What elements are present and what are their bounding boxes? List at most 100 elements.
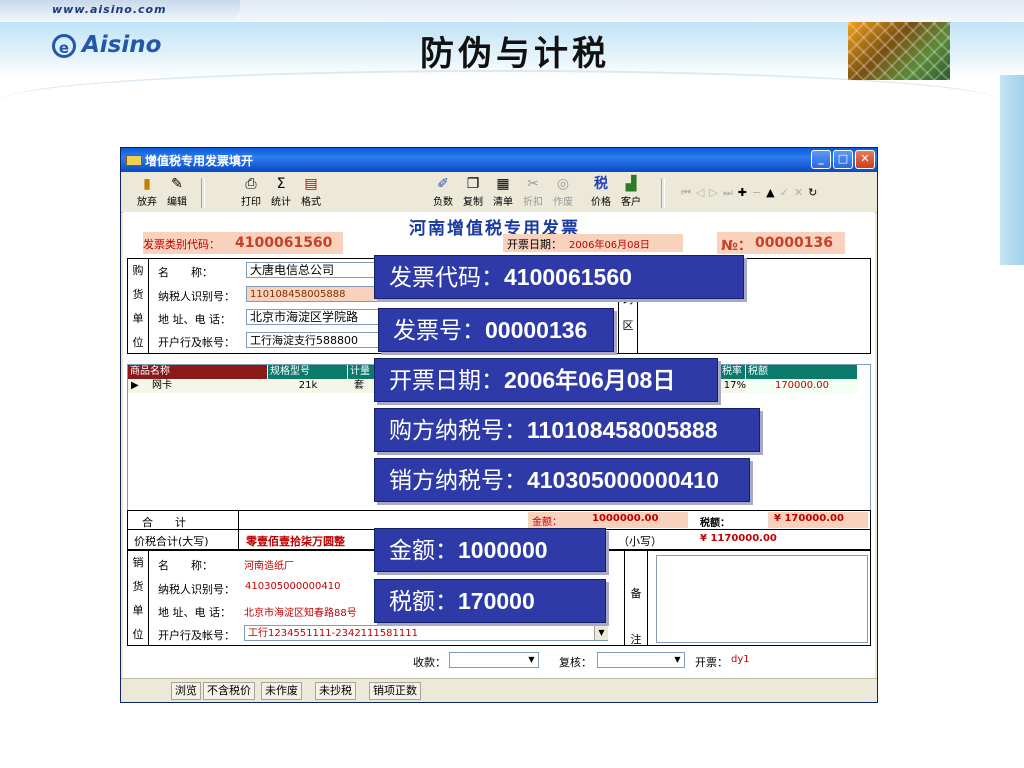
code-area-char: 区 <box>622 319 634 332</box>
list-button[interactable]: ▦ 清单 <box>489 176 517 208</box>
side-char: 购 <box>132 264 144 277</box>
aisino-logo: Aisino <box>82 32 162 58</box>
amount-area: 金额： 1000000.00 <box>528 512 688 528</box>
record-navigation-icons[interactable]: ⏮◁▷⏭✚−▲✓✕↻ <box>681 186 871 200</box>
side-char: 单 <box>132 604 144 617</box>
discard-button[interactable]: ▮ 放弃 <box>133 176 161 208</box>
buyer-taxid-field[interactable]: 110108458005888 <box>246 286 386 302</box>
totals-divider <box>238 529 239 549</box>
buyer-bank-label: 开户行及帐号： <box>158 336 235 349</box>
buyer-name-label: 名 称： <box>158 266 213 279</box>
issuer-value: dy1 <box>731 654 750 665</box>
cell-tax-amount[interactable]: 170000.00 <box>746 379 858 393</box>
side-char: 货 <box>132 288 144 301</box>
seller-name-label: 名 称： <box>158 559 213 572</box>
col-product-name[interactable]: 商品名称 <box>128 365 268 379</box>
seller-bank-select[interactable]: 工行1234551111-2342111581111 <box>244 625 608 641</box>
amount-value: 1000000.00 <box>592 513 659 524</box>
website-url: www.aisino.com <box>52 3 167 16</box>
issue-date-label: 开票日期： <box>507 238 562 251</box>
callout-invoice-code: 发票代码：4100061560 <box>374 255 744 299</box>
callout-tax: 税额：170000 <box>374 579 606 623</box>
status-copy-tax: 未抄税 <box>315 682 356 700</box>
seller-name: 河南造纸厂 <box>244 561 294 572</box>
chevron-down-icon[interactable]: ▼ <box>525 653 538 667</box>
cell-tax-rate[interactable]: 17% <box>720 379 746 393</box>
toolbar-separator <box>661 178 665 208</box>
status-sales-positive: 销项正数 <box>369 682 421 700</box>
chevron-down-icon[interactable]: ▼ <box>671 653 684 667</box>
print-button[interactable]: ⎙ 打印 <box>237 176 265 208</box>
buyer-side-label: 购 货 单 位 <box>128 259 149 353</box>
invoice-type-code-label: 发票类别代码： <box>143 238 220 251</box>
format-button[interactable]: ▤ 格式 <box>297 176 325 208</box>
seller-side-label: 销 货 单 位 <box>128 551 149 645</box>
totals-divider <box>238 511 239 529</box>
cell-spec[interactable]: 21k <box>268 379 348 393</box>
seller-taxid: 410305000000410 <box>242 579 342 595</box>
customer-button[interactable]: ▟ 客户 <box>617 176 645 208</box>
chevron-down-icon[interactable]: ▼ <box>594 626 608 640</box>
in-words-label: 价税合计(大写) <box>134 535 209 548</box>
invoice-type-code: 4100061560 <box>235 235 333 251</box>
status-browse: 浏览 <box>171 682 201 700</box>
callout-invoice-number: 发票号：00000136 <box>378 308 614 352</box>
small-amount-value: ¥ 1170000.00 <box>700 533 777 544</box>
total-label: 合 计 <box>142 516 186 529</box>
buyer-name-field[interactable]: 大唐电信总公司 <box>246 262 386 278</box>
buyer-taxid-label: 纳税人识别号： <box>158 290 235 303</box>
close-button[interactable]: ✕ <box>855 150 875 169</box>
callout-issue-date: 开票日期：2006年06月08日 <box>374 358 718 402</box>
aisino-logo-icon: e <box>52 34 76 58</box>
price-button[interactable]: 税价格 <box>587 176 615 208</box>
payee-label: 收款： <box>413 656 446 669</box>
issue-date-area: 开票日期： 2006年06月08日 <box>503 234 683 252</box>
tax-total-label: 税额： <box>700 518 730 529</box>
invoice-type-code-area: 发票类别代码： 4100061560 <box>143 232 343 254</box>
status-bar: 浏览 不含税价 未作废 未抄税 销项正数 <box>121 678 877 701</box>
edit-button[interactable]: ✎ 编辑 <box>163 176 191 208</box>
remark-char: 备 <box>630 587 642 600</box>
discount-button[interactable]: ✂ 折扣 <box>519 176 547 208</box>
side-char: 位 <box>132 628 144 641</box>
maximize-button[interactable]: □ <box>833 150 853 169</box>
side-char: 单 <box>132 312 144 325</box>
callout-amount: 金额：1000000 <box>374 528 606 572</box>
window-titlebar[interactable]: 增值税专用发票填开 _ □ ✕ <box>121 148 877 172</box>
in-words-value: 零壹佰壹拾柒万圆整 <box>246 535 345 548</box>
toolbar-separator <box>201 178 205 208</box>
side-char: 位 <box>132 336 144 349</box>
void-button[interactable]: ◎ 作废 <box>549 176 577 208</box>
negative-button[interactable]: ✐ 负数 <box>429 176 457 208</box>
seller-address-label: 地 址、电 话： <box>158 606 231 619</box>
amount-label: 金额： <box>532 517 562 528</box>
seller-address: 北京市海淀区知春路88号 <box>244 608 357 619</box>
invoice-number-label: №： <box>721 238 752 254</box>
col-tax-rate[interactable]: 税率 <box>720 365 746 379</box>
col-spec[interactable]: 规格型号 <box>268 365 348 379</box>
seller-taxid-label: 纳税人识别号： <box>158 583 235 596</box>
remark-label: 备 注 <box>624 551 648 646</box>
decorative-side-bar <box>1000 75 1024 265</box>
tax-total-area: ¥ 170000.00 <box>768 512 868 528</box>
issue-date: 2006年06月08日 <box>569 240 650 251</box>
toolbar: ▮ 放弃 ✎ 编辑 ⎙ 打印 Σ 统计 ▤ 格式 ✐ 负数 ❐ 复制 ▦ 清单 ✂ 折扣 ◎ 作废 … <box>121 172 877 213</box>
cell-product-name[interactable]: 网卡 <box>152 379 262 393</box>
buyer-address-field[interactable]: 北京市海淀区学院路 <box>246 309 386 325</box>
statistics-button[interactable]: Σ 统计 <box>267 176 295 208</box>
window-title: 增值税专用发票填开 <box>145 154 254 168</box>
window-icon <box>126 155 142 166</box>
side-char: 销 <box>132 556 144 569</box>
callout-seller-taxid: 销方纳税号：410305000000410 <box>374 458 750 502</box>
invoice-number-area: №： 00000136 <box>717 232 845 254</box>
status-void: 未作废 <box>261 682 302 700</box>
col-tax-amount[interactable]: 税额 <box>746 365 858 379</box>
issuer-label: 开票： <box>695 656 728 669</box>
row-pointer-icon: ▶ <box>131 380 139 391</box>
callout-buyer-taxid: 购方纳税号：110108458005888 <box>374 408 760 452</box>
seller-bank-label: 开户行及帐号： <box>158 629 235 642</box>
buyer-bank-field[interactable]: 工行海淀支行588800 <box>246 332 386 348</box>
copy-button[interactable]: ❐ 复制 <box>459 176 487 208</box>
remark-textarea[interactable] <box>656 555 868 643</box>
minimize-button[interactable]: _ <box>811 150 831 169</box>
